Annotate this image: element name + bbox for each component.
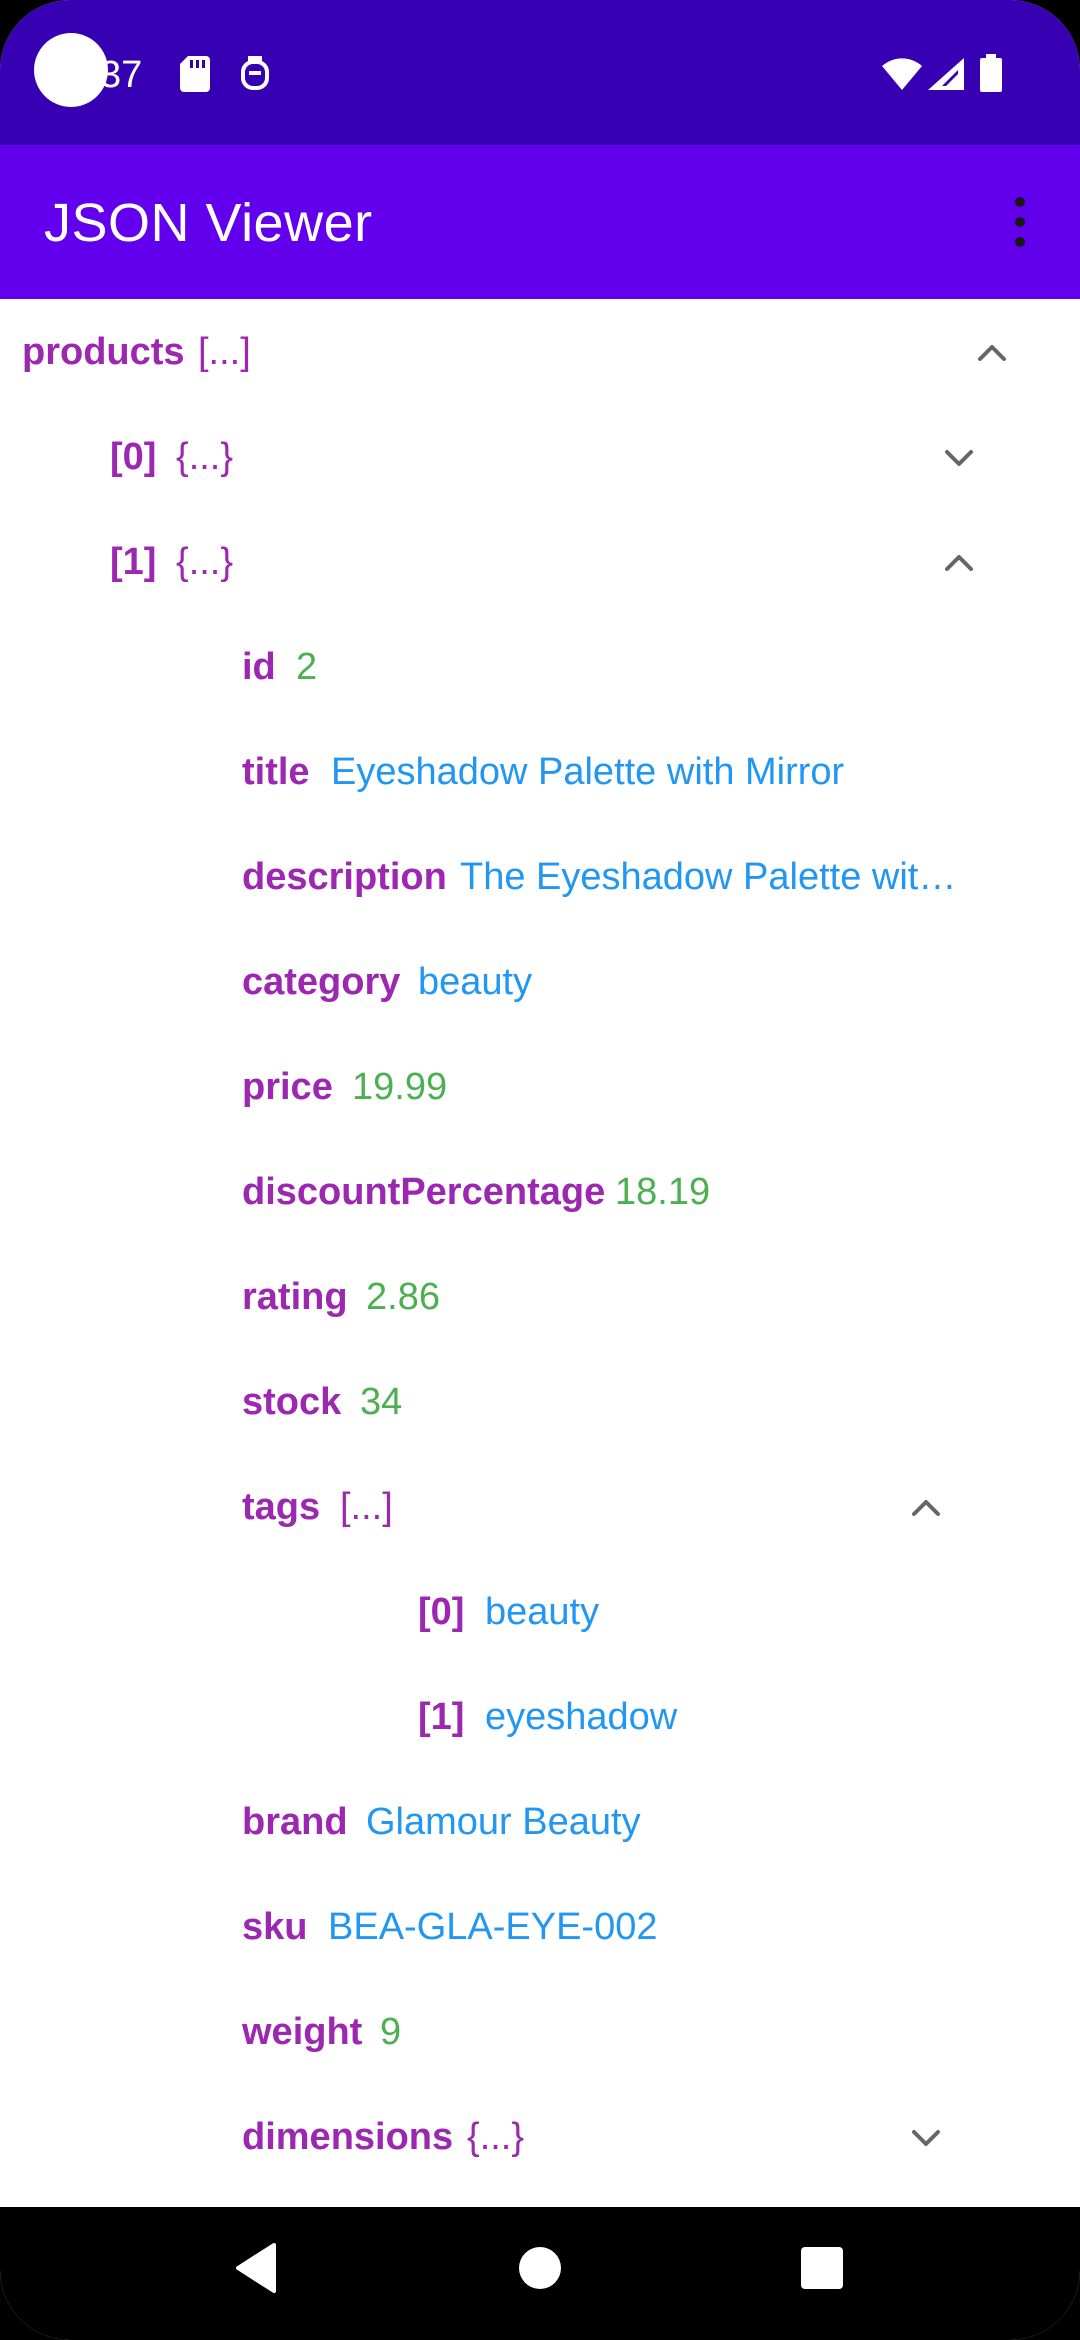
- tree-row-dimensions[interactable]: dimensions {...}: [0, 2084, 1080, 2189]
- tree-row-title[interactable]: title Eyeshadow Palette with Mirror: [0, 719, 1080, 824]
- tree-value: [...]: [198, 331, 251, 373]
- tree-row-brand[interactable]: brand Glamour Beauty: [0, 1769, 1080, 1874]
- tree-row-price[interactable]: price 19.99: [0, 1034, 1080, 1139]
- tree-value: 9: [380, 2011, 402, 2053]
- sd-card-icon: [180, 56, 210, 92]
- tree-row-category[interactable]: category beauty: [0, 929, 1080, 1034]
- back-icon[interactable]: [234, 2243, 278, 2293]
- chevron-up-icon[interactable]: [941, 545, 977, 581]
- tree-row-stock[interactable]: stock 34: [0, 1349, 1080, 1454]
- tree-key: [0]: [110, 436, 157, 478]
- tree-key: [1]: [110, 541, 157, 583]
- cell-signal-icon: [928, 58, 964, 90]
- tree-value: 34: [360, 1381, 403, 1423]
- tree-key: [0]: [418, 1591, 465, 1633]
- tree-key: stock: [242, 1381, 342, 1423]
- status-bar: 37: [0, 0, 1080, 145]
- tree-row-products-1[interactable]: [1] {...}: [0, 509, 1080, 614]
- navigation-bar: [0, 2207, 1080, 2340]
- app-bar: JSON Viewer: [0, 145, 1080, 299]
- recents-icon[interactable]: [800, 2243, 844, 2293]
- wifi-icon: [882, 58, 922, 90]
- camera-cutout: [34, 33, 108, 107]
- tree-value: [...]: [340, 1486, 393, 1528]
- tree-row-discount-percentage[interactable]: discountPercentage 18.19: [0, 1139, 1080, 1244]
- chevron-up-icon[interactable]: [974, 335, 1010, 371]
- tree-row-tags[interactable]: tags [...]: [0, 1454, 1080, 1559]
- tree-row-tags-1[interactable]: [1] eyeshadow: [0, 1664, 1080, 1769]
- tree-row-description[interactable]: description The Eyeshadow Palette wit…: [0, 824, 1080, 929]
- tree-value: Eyeshadow Palette with Mirror: [331, 751, 845, 793]
- tree-row-products-0[interactable]: [0] {...}: [0, 404, 1080, 509]
- app-title: JSON Viewer: [44, 193, 373, 253]
- tree-key: category: [242, 961, 401, 1003]
- tree-key: dimensions: [242, 2116, 454, 2158]
- tree-row-rating[interactable]: rating 2.86: [0, 1244, 1080, 1349]
- battery-icon: [980, 54, 1002, 92]
- chevron-down-icon[interactable]: [941, 440, 977, 476]
- tree-value: BEA-GLA-EYE-002: [328, 1906, 658, 1948]
- tree-row-weight[interactable]: weight 9: [0, 1979, 1080, 2084]
- app-screen: 37 JSON Viewer products [...] [0] {...} …: [0, 0, 1080, 2340]
- tree-key: brand: [242, 1801, 348, 1843]
- tree-key: [1]: [418, 1696, 465, 1738]
- tree-key: description: [242, 856, 447, 898]
- tree-key: tags: [242, 1486, 321, 1528]
- tree-value: {...}: [176, 436, 234, 478]
- tree-value: eyeshadow: [485, 1696, 678, 1738]
- tree-key: id: [242, 646, 276, 688]
- chevron-down-icon[interactable]: [908, 2120, 944, 2156]
- tree-key: weight: [242, 2011, 363, 2053]
- tree-value: beauty: [418, 961, 533, 1003]
- tree-value: 18.19: [615, 1171, 711, 1213]
- tree-value: Glamour Beauty: [366, 1801, 641, 1843]
- tree-row-id[interactable]: id 2: [0, 614, 1080, 719]
- tree-key: title: [242, 751, 310, 793]
- tree-value: {...}: [467, 2116, 525, 2158]
- overflow-menu-icon[interactable]: [996, 193, 1044, 253]
- tree-key: sku: [242, 1906, 308, 1948]
- tree-value: The Eyeshadow Palette wit…: [460, 856, 957, 898]
- tree-key: discountPercentage: [242, 1171, 606, 1213]
- tree-value: beauty: [485, 1591, 600, 1633]
- tree-value: {...}: [176, 541, 234, 583]
- chevron-up-icon[interactable]: [908, 1490, 944, 1526]
- tree-row-tags-0[interactable]: [0] beauty: [0, 1559, 1080, 1664]
- tree-key: price: [242, 1066, 333, 1108]
- tree-key: products: [22, 331, 185, 373]
- tree-value: 2.86: [366, 1276, 440, 1318]
- home-icon[interactable]: [518, 2243, 562, 2293]
- gadget-icon: [241, 56, 269, 90]
- tree-row-products[interactable]: products [...]: [0, 299, 1080, 404]
- tree-value: 2: [296, 646, 318, 688]
- tree-row-sku[interactable]: sku BEA-GLA-EYE-002: [0, 1874, 1080, 1979]
- tree-value: 19.99: [352, 1066, 448, 1108]
- tree-key: rating: [242, 1276, 348, 1318]
